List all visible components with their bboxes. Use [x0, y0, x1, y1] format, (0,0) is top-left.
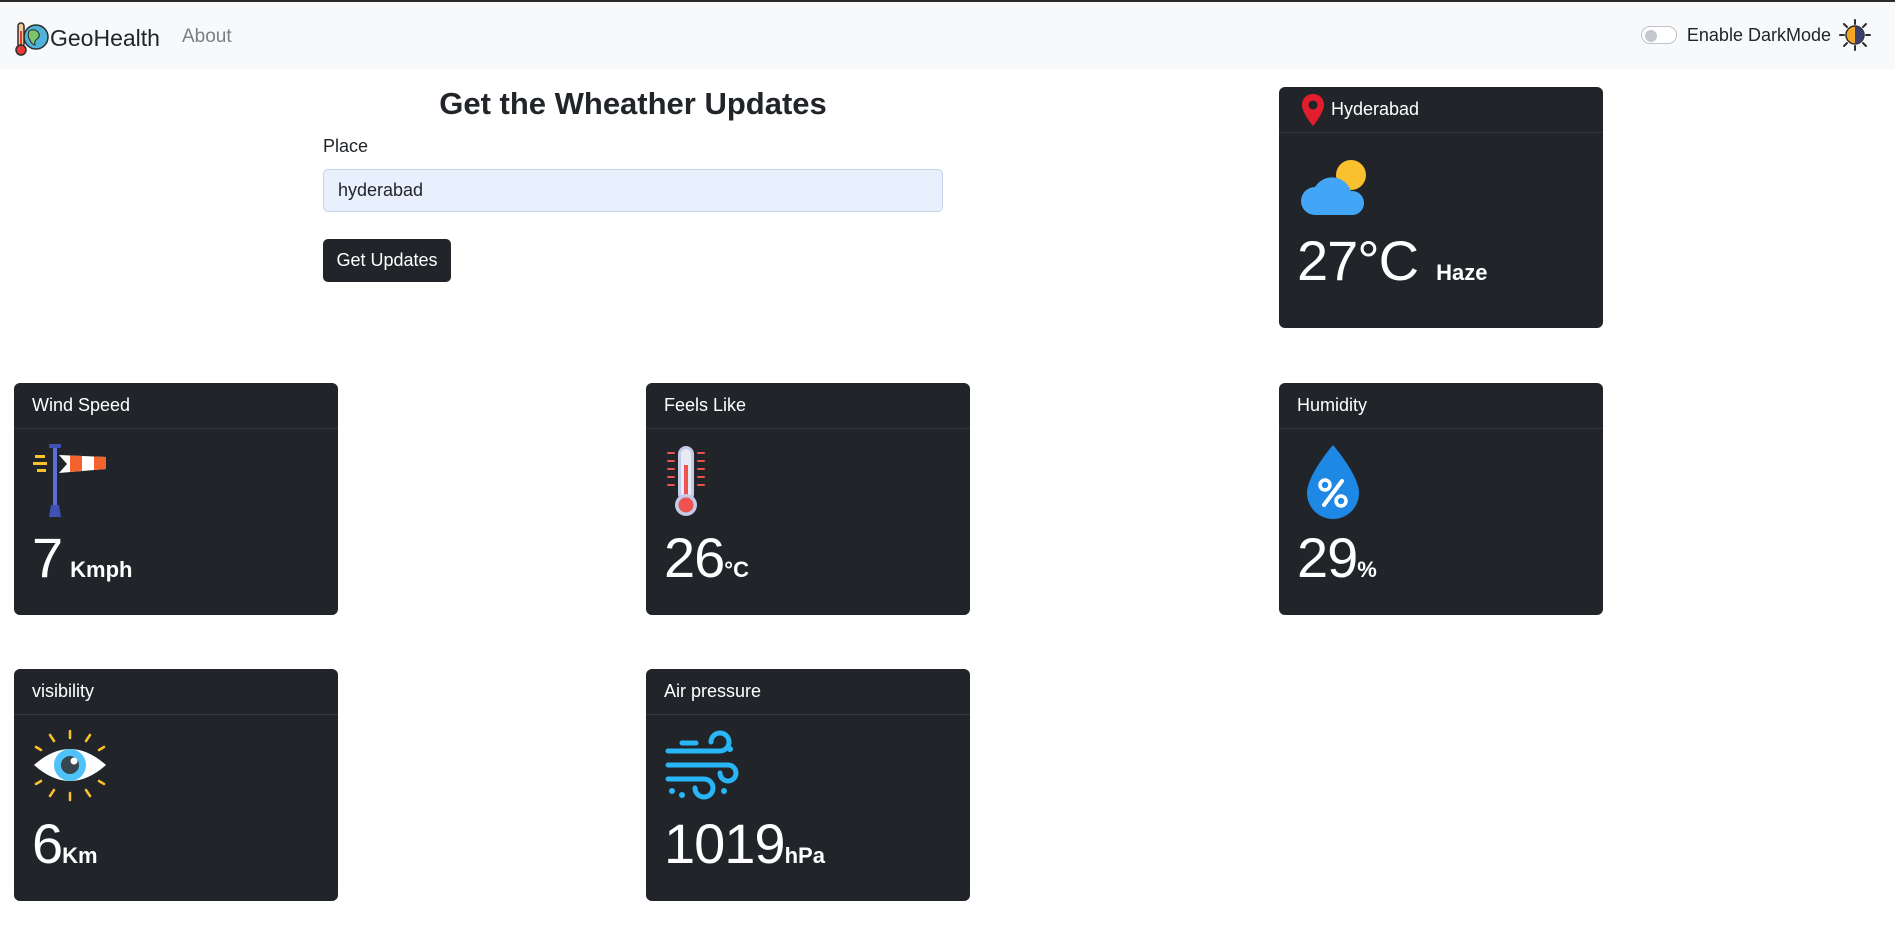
brand-link[interactable]: GeoHealth [14, 18, 160, 58]
switch-knob [1644, 30, 1657, 42]
navbar: GeoHealth About Enable DarkMode [0, 0, 1895, 69]
visibility-value: 6 [32, 812, 63, 875]
air-pressure-card: Air pressure 1019 hPa [646, 669, 970, 901]
humidity-card: Humidity 29 % [1279, 383, 1603, 615]
humidity-unit: % [1357, 557, 1377, 582]
darkmode-toggle-group: Enable DarkMode [1640, 19, 1871, 51]
air-pressure-value: 1019 [664, 812, 786, 875]
current-temperature: 27°C [1297, 229, 1419, 292]
humidity-drop-icon [1307, 445, 1359, 519]
wind-speed-unit: Kmph [70, 557, 133, 582]
location-pin-icon [1302, 93, 1324, 126]
get-updates-button[interactable]: Get Updates [323, 239, 451, 282]
humidity-value: 29 [1297, 526, 1358, 589]
card-header: Hyderabad [1279, 87, 1603, 133]
wind-speed-card: Wind Speed 7 Kmph [14, 383, 338, 615]
feels-like-unit: °C [724, 557, 749, 582]
card-title: Feels Like [646, 383, 970, 429]
current-reading: 27°C Haze [1297, 228, 1487, 293]
nav-link-about[interactable]: About [182, 26, 232, 48]
feels-like-value: 26 [664, 526, 725, 589]
light-dark-theme-icon [1839, 19, 1871, 51]
thermometer-icon [667, 446, 705, 516]
card-title: Air pressure [646, 669, 970, 715]
air-pressure-unit: hPa [784, 843, 825, 868]
card-title: Wind Speed [14, 383, 338, 429]
darkmode-switch[interactable] [1640, 26, 1677, 44]
brand-name: GeoHealth [50, 24, 160, 51]
location-name: Hyderabad [1331, 99, 1420, 119]
windsock-icon [33, 444, 106, 517]
wind-speed-value: 7 [32, 526, 63, 589]
place-label: Place [323, 136, 369, 156]
feels-like-card: Feels Like 26 °C [646, 383, 970, 615]
current-weather-card: Hyderabad 27°C Haze [1279, 87, 1603, 328]
weather-condition: Haze [1436, 260, 1488, 285]
air-pressure-reading: 1019 hPa [664, 811, 825, 876]
geohealth-logo-icon [15, 22, 49, 56]
card-title: visibility [14, 669, 338, 715]
card-title: Humidity [1279, 383, 1603, 429]
partly-cloudy-icon [1301, 160, 1366, 215]
page-title: Get the Wheather Updates [439, 86, 827, 121]
place-input[interactable] [323, 169, 943, 212]
wind-reading: 7 Kmph [32, 525, 132, 590]
darkmode-label: Enable DarkMode [1686, 24, 1831, 45]
wind-gust-icon [665, 730, 739, 800]
visibility-card: visibility 6 Km [14, 669, 338, 901]
visibility-reading: 6 Km [32, 811, 98, 876]
feels-like-reading: 26 °C [664, 525, 749, 590]
eye-icon [34, 729, 106, 802]
visibility-unit: Km [62, 843, 98, 868]
humidity-reading: 29 % [1297, 525, 1377, 590]
